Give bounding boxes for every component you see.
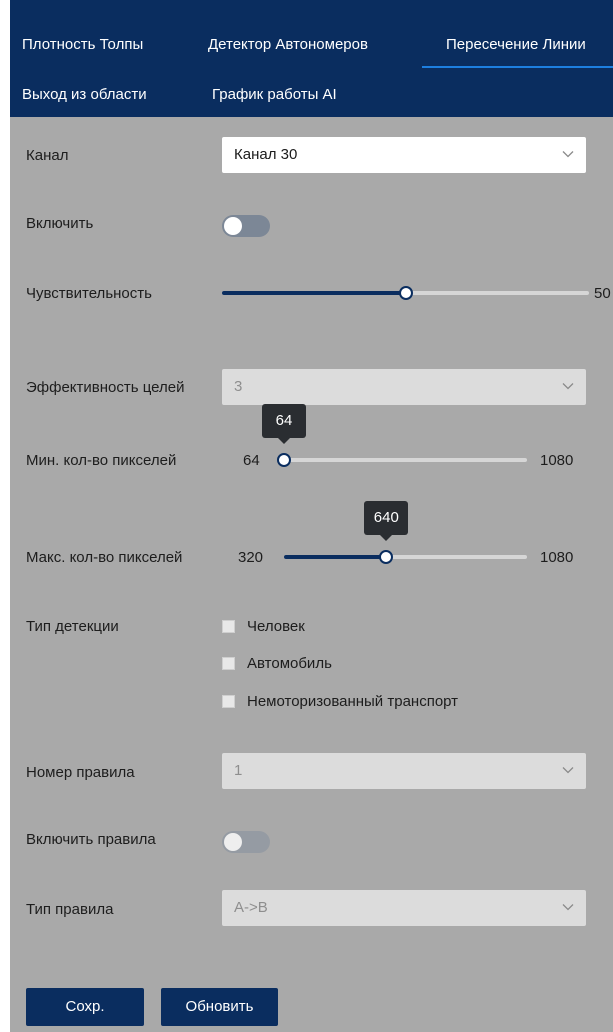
save-button[interactable]: Сохр. [26, 988, 144, 1026]
active-tab-indicator [422, 66, 613, 68]
rule-type-value: A->B [234, 899, 268, 916]
checkbox-box[interactable] [222, 695, 235, 708]
sensitivity-label: Чувствительность [26, 285, 152, 302]
checkbox-vehicle-label: Автомобиль [247, 655, 332, 672]
min-pixels-slider[interactable]: 64 [262, 404, 527, 467]
tab-crowd-density[interactable]: Плотность Толпы [22, 36, 143, 53]
enable-toggle[interactable] [222, 215, 270, 237]
tab-bar: Плотность Толпы Детектор Автономеров Пер… [10, 0, 613, 117]
channel-value: Канал 30 [234, 146, 298, 163]
chevron-down-icon [562, 383, 574, 390]
max-pixels-slider-fill [284, 555, 387, 559]
max-pixels-label: Макс. кол-во пикселей [26, 549, 183, 566]
sensitivity-slider[interactable] [222, 286, 589, 300]
checkbox-person-label: Человек [247, 618, 305, 635]
rule-type-label: Тип правила [26, 901, 114, 918]
min-pixels-label: Мин. кол-во пикселей [26, 452, 177, 469]
max-pixels-tooltip: 640 [364, 501, 409, 541]
enable-label: Включить [26, 215, 94, 232]
rule-type-select[interactable]: A->B [222, 890, 586, 926]
tab-region-exit[interactable]: Выход из области [22, 86, 147, 103]
checkbox-box[interactable] [222, 620, 235, 633]
chevron-down-icon [562, 151, 574, 158]
rule-number-value: 1 [234, 762, 243, 779]
channel-select[interactable]: Канал 30 [222, 137, 586, 173]
sensitivity-slider-thumb[interactable] [398, 286, 413, 300]
min-pixels-max-value: 1080 [540, 452, 574, 469]
sensitivity-value: 50 [594, 285, 611, 302]
chevron-down-icon [562, 767, 574, 774]
detection-type-label: Тип детекции [26, 618, 119, 635]
tab-line-crossing[interactable]: Пересечение Линии [446, 36, 586, 53]
max-pixels-slider[interactable]: 640 [284, 501, 527, 564]
min-pixels-min-value: 64 [243, 452, 260, 469]
enable-rules-toggle[interactable] [222, 831, 270, 853]
target-efficiency-select[interactable]: 3 [222, 369, 586, 405]
min-pixels-tooltip: 64 [262, 404, 306, 444]
refresh-button[interactable]: Обновить [161, 988, 278, 1026]
checkbox-box[interactable] [222, 657, 235, 670]
toggle-knob [224, 833, 242, 851]
toggle-knob [224, 217, 242, 235]
max-pixels-min-value: 320 [238, 549, 264, 566]
rule-number-select[interactable]: 1 [222, 753, 586, 789]
enable-rules-label: Включить правила [26, 831, 156, 848]
tab-ai-schedule[interactable]: График работы AI [212, 86, 337, 103]
tab-plate-detector[interactable]: Детектор Автономеров [208, 36, 368, 53]
target-efficiency-label: Эффективность целей [26, 379, 185, 396]
sensitivity-slider-fill [222, 291, 406, 295]
max-pixels-max-value: 1080 [540, 549, 574, 566]
chevron-down-icon [562, 904, 574, 911]
channel-label: Канал [26, 147, 69, 164]
rule-number-label: Номер правила [26, 764, 135, 781]
checkbox-non-motor-label: Немоторизованный транспорт [247, 693, 459, 710]
max-pixels-slider-thumb[interactable] [379, 550, 394, 564]
target-efficiency-value: 3 [234, 378, 243, 395]
min-pixels-slider-thumb[interactable] [277, 453, 291, 467]
ai-settings-panel: Плотность Толпы Детектор Автономеров Пер… [10, 0, 613, 1032]
